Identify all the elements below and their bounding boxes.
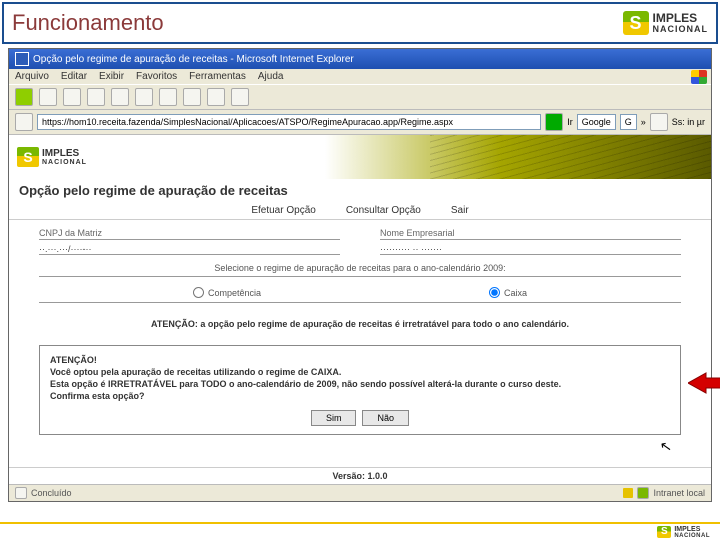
favorites-button[interactable] (159, 88, 177, 106)
nao-button[interactable]: Não (362, 410, 409, 426)
menu-exibir[interactable]: Exibir (99, 71, 124, 82)
tab-consultar[interactable]: Consultar Opção (346, 205, 421, 216)
callout-arrow-icon (688, 372, 720, 394)
slide-header: Funcionamento S IMPLES NACIONAL (2, 2, 718, 44)
mail-button[interactable] (207, 88, 225, 106)
google-g-button[interactable]: G (620, 114, 637, 130)
slide-title: Funcionamento (12, 10, 164, 36)
forward-button[interactable] (39, 88, 57, 106)
menu-editar[interactable]: Editar (61, 71, 87, 82)
simples-logo: S IMPLES NACIONAL (623, 11, 709, 35)
links-label: Ss: in µr (672, 117, 705, 127)
tab-efetuar[interactable]: Efetuar Opção (251, 205, 315, 216)
cnpj-value: ··.···.···/····-·· (39, 244, 91, 254)
nome-value: ·········· ·· ······· (380, 244, 442, 254)
home-button[interactable] (111, 88, 129, 106)
page-content: S IMPLES NACIONAL Opção pelo regime de a… (9, 135, 711, 484)
ie-toolbar (9, 84, 711, 110)
slide-footer: S IMPLESNACIONAL (0, 522, 720, 540)
url-input[interactable]: https://hom10.receita.fazenda/SimplesNac… (37, 114, 541, 130)
logo-sub: NACIONAL (653, 24, 709, 34)
menu-ferramentas[interactable]: Ferramentas (189, 71, 246, 82)
status-left: Concluído (31, 488, 72, 498)
ie-icon (15, 52, 29, 66)
stop-button[interactable] (63, 88, 81, 106)
footer-s-icon: S (657, 526, 671, 538)
logo-brand: IMPLES (653, 12, 709, 24)
go-label: Ir (567, 117, 573, 127)
window-title: Opção pelo regime de apuração de receita… (33, 54, 354, 65)
regime-question: Selecione o regime de apuração de receit… (39, 263, 681, 277)
ie-titlebar: Opção pelo regime de apuração de receita… (9, 49, 711, 69)
print-button[interactable] (231, 88, 249, 106)
ie-menubar: Arquivo Editar Exibir Favoritos Ferramen… (9, 69, 711, 84)
footer-logo-text: IMPLESNACIONAL (674, 526, 710, 539)
confirm-line-3: Confirma esta opção? (50, 390, 670, 402)
attention-text: ATENÇÃO: a opção pelo regime de apuração… (9, 313, 711, 337)
banner-sub: NACIONAL (42, 159, 87, 166)
logo-s-icon: S (623, 11, 649, 35)
ie-statusbar: Concluído Intranet local (9, 484, 711, 501)
status-right: Intranet local (653, 488, 705, 498)
confirm-line-2: Esta opção é IRRETRATÁVEL para TODO o an… (50, 378, 670, 390)
google-search-box[interactable]: Google (577, 114, 616, 130)
cnpj-label: CNPJ da Matriz (39, 228, 102, 238)
status-icon (15, 487, 27, 499)
simples-banner: S IMPLES NACIONAL (9, 135, 711, 179)
tab-sair[interactable]: Sair (451, 205, 469, 216)
radio-row: Competência Caixa (39, 283, 681, 303)
go-button[interactable] (545, 113, 563, 131)
refresh-button[interactable] (87, 88, 105, 106)
menu-favoritos[interactable]: Favoritos (136, 71, 177, 82)
radio-caixa[interactable]: Caixa (489, 287, 527, 298)
form-area: CNPJ da Matriz Nome Empresarial ··.···.·… (9, 220, 711, 313)
address-icon (15, 113, 33, 131)
nome-label: Nome Empresarial (380, 228, 455, 238)
banner-s-icon: S (17, 147, 39, 167)
search-button[interactable] (135, 88, 153, 106)
radio-competencia[interactable]: Competência (193, 287, 261, 298)
confirm-line-1: Você optou pela apuração de receitas uti… (50, 366, 670, 378)
windows-flag-icon (691, 70, 707, 84)
page-heading: Opção pelo regime de apuração de receita… (9, 179, 711, 202)
ie-address-bar: https://hom10.receita.fazenda/SimplesNac… (9, 110, 711, 135)
back-button[interactable] (15, 88, 33, 106)
lock-icon (623, 488, 633, 498)
menu-ajuda[interactable]: Ajuda (258, 71, 284, 82)
confirm-head: ATENÇÃO! (50, 354, 670, 366)
zone-icon (637, 487, 649, 499)
version-bar: Versão: 1.0.0 (9, 467, 711, 484)
menu-arquivo[interactable]: Arquivo (15, 71, 49, 82)
nav-tabs: Efetuar Opção Consultar Opção Sair (9, 202, 711, 220)
ie-window: Opção pelo regime de apuração de receita… (8, 48, 712, 502)
sim-button[interactable]: Sim (311, 410, 357, 426)
confirm-dialog: ATENÇÃO! Você optou pela apuração de rec… (39, 345, 681, 436)
banner-brand: IMPLES (42, 149, 87, 159)
history-button[interactable] (183, 88, 201, 106)
links-button[interactable] (650, 113, 668, 131)
